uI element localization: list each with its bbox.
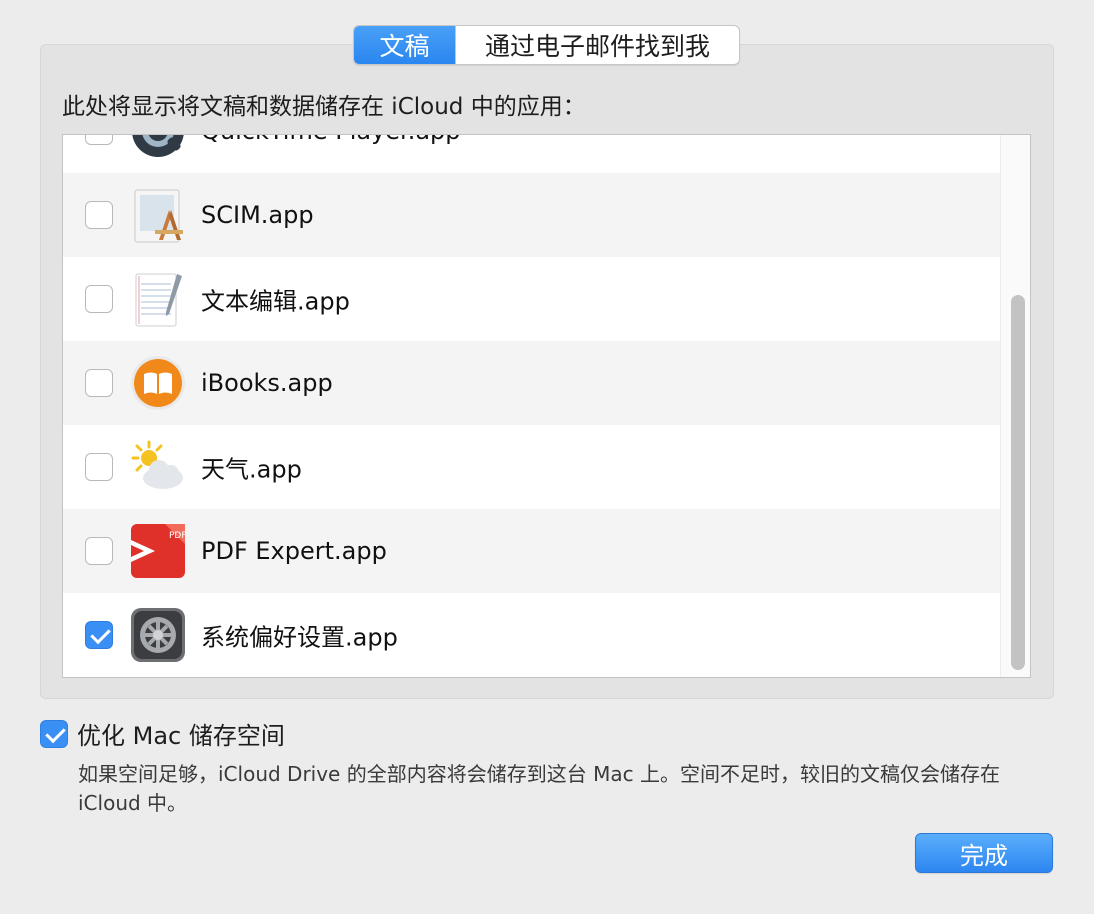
app-checkbox[interactable]: [85, 285, 113, 313]
list-item: 天气.app: [63, 425, 1000, 509]
tab-documents[interactable]: 文稿: [354, 26, 455, 64]
ibooks-icon: [129, 354, 187, 412]
app-name: SCIM.app: [201, 201, 314, 229]
tab-find-me-by-email[interactable]: 通过电子邮件找到我: [455, 26, 739, 64]
apps-list[interactable]: QuickTime Player.app SCIM.app: [62, 134, 1031, 678]
app-name: iBooks.app: [201, 369, 333, 397]
app-checkbox[interactable]: [85, 369, 113, 397]
list-item: QuickTime Player.app: [63, 135, 1000, 173]
list-item: 文本编辑.app: [63, 257, 1000, 341]
quicktime-icon: [129, 135, 187, 160]
scrollbar-thumb[interactable]: [1011, 295, 1025, 670]
list-scrollbar[interactable]: [1000, 135, 1030, 677]
app-name: 天气.app: [201, 455, 302, 484]
list-item: SCIM.app: [63, 173, 1000, 257]
list-item: PDF PDF Expert.app: [63, 509, 1000, 593]
apps-list-description: 此处将显示将文稿和数据储存在 iCloud 中的应用：: [62, 94, 586, 120]
optimize-storage-option[interactable]: 优化 Mac 储存空间: [40, 716, 285, 751]
app-checkbox[interactable]: [85, 453, 113, 481]
app-checkbox[interactable]: [85, 135, 113, 145]
list-item: 系统偏好设置.app: [63, 593, 1000, 677]
list-item: iBooks.app: [63, 341, 1000, 425]
weather-icon: [129, 438, 187, 496]
pdf-expert-icon: PDF: [129, 522, 187, 580]
svg-text:PDF: PDF: [169, 531, 187, 541]
optimize-storage-checkbox[interactable]: [40, 719, 68, 748]
app-checkbox[interactable]: [85, 201, 113, 229]
optimize-storage-description: 如果空间足够，iCloud Drive 的全部内容将会储存到这台 Mac 上。空…: [78, 762, 1000, 815]
app-checkbox[interactable]: [85, 537, 113, 565]
app-name: 系统偏好设置.app: [201, 623, 398, 652]
optimize-storage-label[interactable]: 优化 Mac 储存空间: [77, 716, 285, 751]
done-button[interactable]: 完成: [915, 833, 1053, 873]
app-checkbox[interactable]: [85, 621, 113, 649]
textedit-icon: [129, 270, 187, 328]
app-name: PDF Expert.app: [201, 537, 387, 565]
tab-segmented-control: 文稿 通过电子邮件找到我: [353, 25, 740, 65]
system-preferences-icon: [129, 606, 187, 664]
scim-icon: [129, 186, 187, 244]
app-name: QuickTime Player.app: [201, 135, 461, 145]
app-name: 文本编辑.app: [201, 287, 350, 316]
